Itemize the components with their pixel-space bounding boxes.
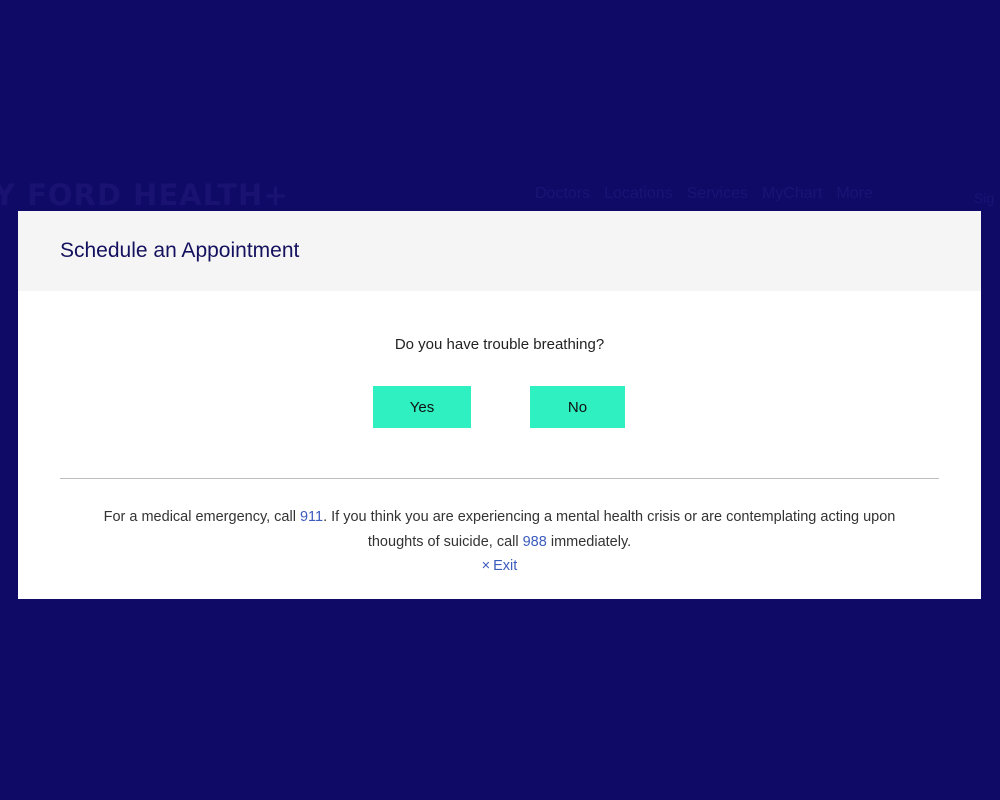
emergency-notice: For a medical emergency, call 911. If yo… xyxy=(78,505,921,555)
dialog-header: Schedule an Appointment xyxy=(18,211,981,291)
screening-question: Do you have trouble breathing? xyxy=(394,336,605,353)
divider xyxy=(60,478,939,479)
crisis-number-link[interactable]: 988 xyxy=(523,534,547,550)
appointment-dialog: Schedule an Appointment Do you have trou… xyxy=(18,211,981,599)
no-button[interactable]: No xyxy=(530,386,625,428)
modal-overlay: Schedule an Appointment Do you have trou… xyxy=(0,0,1000,800)
dialog-title: Schedule an Appointment xyxy=(60,239,300,262)
yes-button[interactable]: Yes xyxy=(373,386,471,428)
emergency-text-part3: immediately. xyxy=(546,534,632,550)
emergency-number-link[interactable]: 911 xyxy=(300,509,323,525)
close-icon: × xyxy=(481,558,491,574)
exit-label: Exit xyxy=(493,558,518,574)
exit-link[interactable]: × Exit xyxy=(18,558,981,574)
emergency-text-part1: For a medical emergency, call xyxy=(103,509,300,525)
